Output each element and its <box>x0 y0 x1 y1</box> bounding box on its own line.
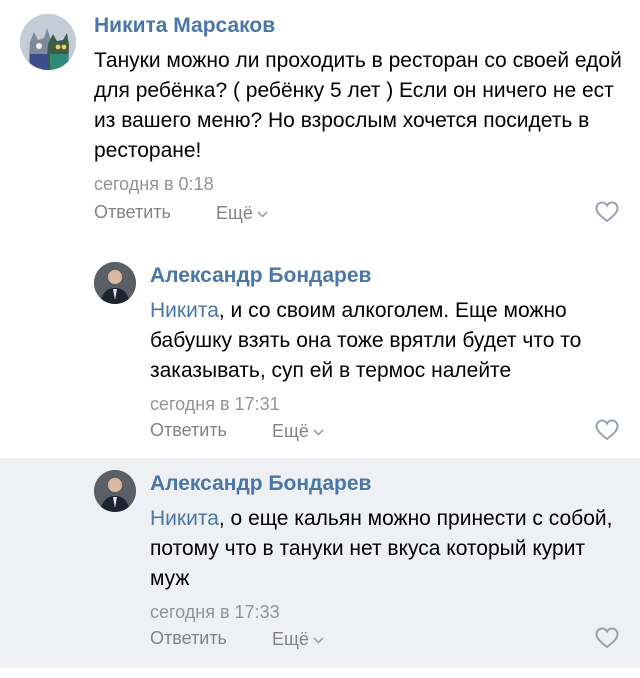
heart-outline-icon <box>595 419 619 441</box>
chevron-down-icon <box>313 420 324 441</box>
more-label: Ещё <box>272 421 309 441</box>
comment-reply-highlighted: Александр Бондарев Никита, о еще кальян … <box>0 458 640 668</box>
mention-link[interactable]: Никита <box>150 299 219 322</box>
comment-body: Александр Бондарев Никита, и со своим ал… <box>150 262 620 416</box>
mention-link[interactable]: Никита <box>150 507 219 530</box>
more-label: Ещё <box>216 203 253 223</box>
comment-text: Тануки можно ли проходить в ресторан со … <box>94 46 624 166</box>
more-button[interactable]: Ещё <box>272 420 324 442</box>
person-avatar-icon <box>94 262 136 304</box>
author-name[interactable]: Никита Марсаков <box>94 12 624 40</box>
author-name[interactable]: Александр Бондарев <box>150 262 620 290</box>
comment-reply: Александр Бондарев Никита, и со своим ал… <box>0 250 640 458</box>
like-button[interactable] <box>594 200 620 229</box>
heart-outline-icon <box>595 201 619 223</box>
avatar[interactable] <box>94 470 136 512</box>
timestamp[interactable]: сегодня в 17:33 <box>150 600 620 624</box>
comment-body: Никита Марсаков Тануки можно ли проходит… <box>94 12 624 196</box>
reply-button[interactable]: Ответить <box>94 202 171 223</box>
chevron-down-icon <box>313 628 324 649</box>
author-name[interactable]: Александр Бондарев <box>150 470 620 498</box>
reply-button[interactable]: Ответить <box>150 628 227 649</box>
cats-avatar-icon <box>20 14 76 70</box>
heart-outline-icon <box>595 627 619 649</box>
more-button[interactable]: Ещё <box>272 628 324 650</box>
comment-body: Александр Бондарев Никита, о еще кальян … <box>150 470 620 624</box>
timestamp[interactable]: сегодня в 17:31 <box>150 392 620 416</box>
avatar[interactable] <box>94 262 136 304</box>
chevron-down-icon <box>257 202 268 223</box>
reply-button[interactable]: Ответить <box>150 420 227 441</box>
comment-text: Никита, о еще кальян можно принести с со… <box>150 504 620 594</box>
person-avatar-icon <box>94 470 136 512</box>
more-button[interactable]: Ещё <box>216 202 268 224</box>
comment-text-body: Тануки можно ли проходить в ресторан со … <box>94 49 622 162</box>
comment-text: Никита, и со своим алкоголем. Еще можно … <box>150 296 620 386</box>
timestamp[interactable]: сегодня в 0:18 <box>94 172 624 196</box>
avatar[interactable] <box>20 14 76 70</box>
more-label: Ещё <box>272 629 309 649</box>
like-button[interactable] <box>594 418 620 447</box>
like-button[interactable] <box>594 626 620 655</box>
comment-text-body: , о еще кальян можно принести с собой, п… <box>150 507 613 590</box>
comment: Никита Марсаков Тануки можно ли проходит… <box>0 0 640 250</box>
